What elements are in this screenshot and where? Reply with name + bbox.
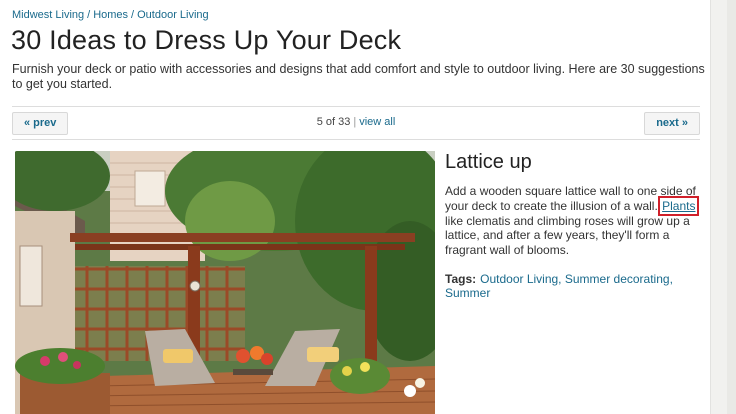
slide-details: Lattice up Add a wooden square lattice w… xyxy=(445,151,705,301)
view-all-link[interactable]: view all xyxy=(359,116,395,128)
breadcrumb: Midwest Living / Homes / Outdoor Living xyxy=(12,9,209,21)
tags-list: Tags: Outdoor Living, Summer decorating, … xyxy=(445,271,673,301)
right-page-gutter xyxy=(710,0,736,414)
slide-description: Add a wooden square lattice wall to one … xyxy=(445,184,705,258)
tag-summer[interactable]: Summer xyxy=(445,286,490,300)
tag-summer-decorating[interactable]: Summer decorating xyxy=(565,272,670,286)
page-description: Furnish your deck or patio with accessor… xyxy=(12,62,705,91)
slideshow-pager: « prev 5 of 33 | view all next » xyxy=(12,106,700,140)
slide-text-after: like clematis and climbing roses will gr… xyxy=(445,213,690,258)
pager-separator: | xyxy=(353,116,357,128)
breadcrumb-separator: / xyxy=(131,9,135,21)
deck-lattice-photo xyxy=(15,151,435,414)
page-title: 30 Ideas to Dress Up Your Deck xyxy=(11,25,402,55)
page-content: Midwest Living / Homes / Outdoor Living 30 I… xyxy=(0,0,710,414)
tag-outdoor-living[interactable]: Outdoor Living xyxy=(480,272,558,286)
slide-title: Lattice up xyxy=(445,151,532,173)
slide-text-before: Add a wooden square lattice wall to one … xyxy=(445,184,696,213)
breadcrumb-outdoor-living[interactable]: Outdoor Living xyxy=(137,9,209,21)
photo-illustration xyxy=(15,151,435,414)
plants-link[interactable]: Plants xyxy=(658,195,700,216)
tags-label: Tags: xyxy=(445,271,477,286)
breadcrumb-homes[interactable]: Homes xyxy=(93,9,128,21)
scrollbar-track[interactable] xyxy=(727,0,736,414)
slide-position: 5 of 33 xyxy=(316,116,351,128)
breadcrumb-separator: / xyxy=(87,9,91,21)
next-button[interactable]: next » xyxy=(644,112,700,135)
pager-status: 5 of 33 | view all xyxy=(12,116,700,128)
breadcrumb-midwest-living[interactable]: Midwest Living xyxy=(12,9,84,21)
